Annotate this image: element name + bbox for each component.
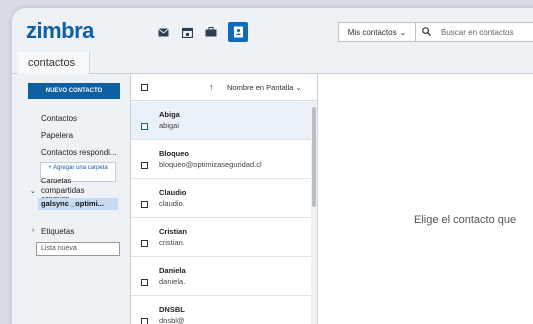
mail-icon[interactable]: [156, 25, 170, 39]
chevron-down-icon[interactable]: ⌄: [30, 187, 36, 195]
sort-dropdown[interactable]: Nombre en Pantalla ⌄: [227, 83, 302, 92]
chevron-right-icon[interactable]: ›: [32, 227, 34, 234]
shared-section-title[interactable]: compartidas: [41, 186, 85, 195]
app-switcher: [156, 22, 248, 42]
row-checkbox[interactable]: [141, 318, 148, 324]
new-contact-button[interactable]: NUEVO CONTACTO: [28, 83, 120, 99]
contact-email: abigai: [159, 121, 180, 130]
contact-name: DNSBL: [159, 305, 185, 314]
tab-contactos[interactable]: contactos: [18, 52, 90, 74]
search-scope-label: Mis contactos: [347, 27, 397, 37]
sort-arrow-up-icon[interactable]: ↑: [209, 82, 214, 92]
shared-section-line1: Carpetas: [41, 178, 72, 183]
contact-name: Claudio: [159, 188, 187, 197]
list-item[interactable]: DNSBL dnsbl@: [131, 297, 311, 324]
list-item[interactable]: Cristian cristian.: [131, 219, 311, 257]
row-checkbox[interactable]: [141, 123, 148, 130]
contact-name: Abiga: [159, 110, 180, 119]
chevron-down-icon: ⌄: [295, 83, 302, 92]
new-list-input[interactable]: Lista nueva: [36, 242, 120, 256]
sidebar-item-contactos-respondidos[interactable]: Contactos respondi...: [41, 148, 117, 157]
contact-name: Bloqueo: [159, 149, 189, 158]
empty-state-message: Elige el contacto que: [414, 214, 517, 226]
app-window: zimbra Mis contactos ⌄ Buscar en contact…: [12, 8, 533, 324]
sort-label: Nombre en Pantalla: [227, 83, 294, 92]
tags-section-title[interactable]: Etiquetas: [41, 227, 74, 236]
top-header: zimbra Mis contactos ⌄ Buscar en contact…: [12, 8, 533, 52]
chevron-down-icon: ⌄: [399, 27, 407, 37]
sidebar: NUEVO CONTACTO Contactos Papelera Contac…: [12, 74, 130, 324]
sidebar-item-papelera[interactable]: Papelera: [41, 131, 73, 140]
select-all-checkbox[interactable]: [141, 84, 148, 91]
sidebar-item-contactos[interactable]: Contactos: [41, 114, 77, 123]
row-checkbox[interactable]: [141, 201, 148, 208]
row-checkbox[interactable]: [141, 162, 148, 169]
sidebar-item-galsync[interactable]: galsync _optimi...: [38, 198, 118, 210]
contact-name: Cristian: [159, 227, 187, 236]
zimbra-logo[interactable]: zimbra: [26, 18, 94, 44]
search-scope-dropdown[interactable]: Mis contactos ⌄: [338, 22, 416, 42]
contact-email: claudio.: [159, 199, 185, 208]
tab-bar: contactos: [12, 52, 533, 74]
list-item[interactable]: Bloqueo bloqueo@optimizaseguridad.cl: [131, 141, 311, 179]
row-checkbox[interactable]: [141, 240, 148, 247]
contact-email: dnsbl@: [159, 316, 185, 324]
scrollbar-thumb[interactable]: [312, 107, 316, 207]
row-checkbox[interactable]: [141, 279, 148, 286]
list-header: ↑ Nombre en Pantalla ⌄: [131, 74, 317, 101]
contact-email: daniela.: [159, 277, 186, 286]
list-item[interactable]: Daniela daniela.: [131, 258, 311, 296]
contact-name: Daniela: [159, 266, 186, 275]
list-item[interactable]: Abiga abigai: [131, 102, 311, 140]
calendar-icon[interactable]: [180, 25, 194, 39]
contact-detail-pane: Elige el contacto que: [318, 74, 533, 324]
contact-email: cristian.: [159, 238, 185, 247]
contact-list: ↑ Nombre en Pantalla ⌄ Abiga abigai Bloq…: [130, 74, 318, 324]
list-item[interactable]: Claudio claudio.: [131, 180, 311, 218]
contacts-icon[interactable]: [228, 22, 248, 42]
search-input[interactable]: Buscar en contactos: [416, 22, 533, 42]
search-icon: [422, 26, 431, 38]
list-scrollbar[interactable]: [311, 101, 317, 324]
search-placeholder: Buscar en contactos: [441, 27, 514, 37]
briefcase-icon[interactable]: [204, 25, 218, 39]
contact-email: bloqueo@optimizaseguridad.cl: [159, 160, 262, 169]
